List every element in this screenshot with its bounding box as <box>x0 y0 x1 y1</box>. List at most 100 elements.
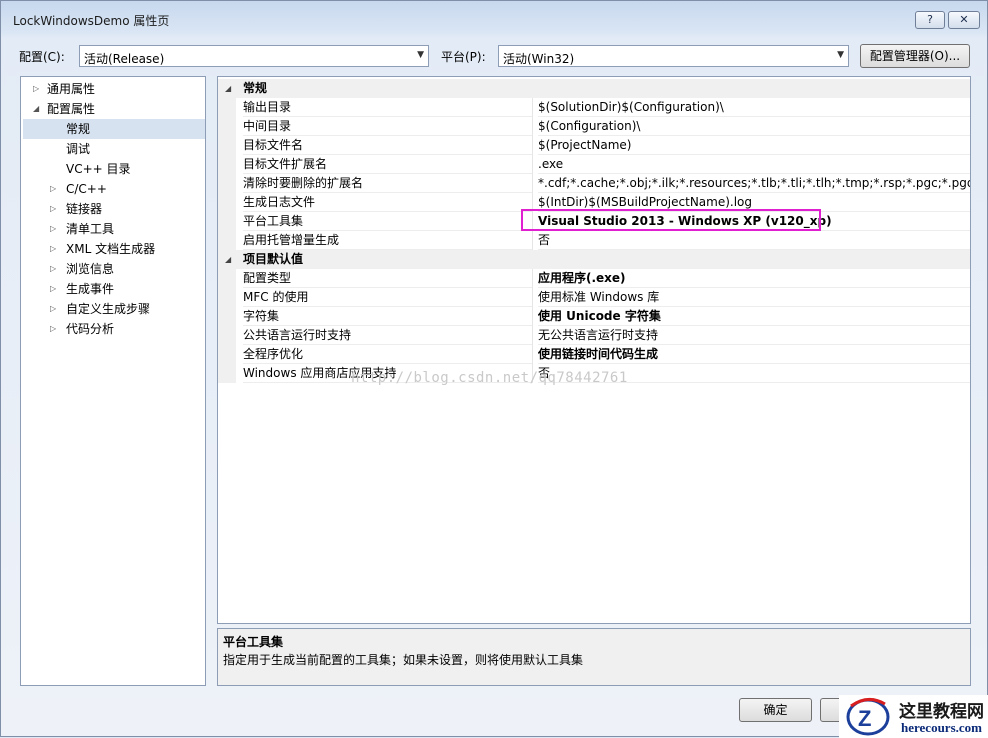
description-title: 平台工具集 <box>223 635 284 649</box>
property-row[interactable]: 公共语言运行时支持 无公共语言运行时支持 <box>218 326 970 345</box>
property-name: 启用托管增量生成 <box>243 231 533 250</box>
property-row[interactable]: 生成日志文件 $(IntDir)$(MSBuildProjectName).lo… <box>218 193 970 212</box>
tree-item-xml-doc-generator[interactable]: ▷ XML 文档生成器 <box>21 239 205 259</box>
property-value[interactable]: 使用链接时间代码生成 <box>538 345 970 364</box>
property-value[interactable]: $(Configuration)\ <box>538 117 970 136</box>
tree-item-browse-info[interactable]: ▷ 浏览信息 <box>21 259 205 279</box>
z-logo-icon: Z <box>846 698 890 736</box>
column-divider <box>532 136 533 155</box>
property-row-platform-toolset[interactable]: 平台工具集 Visual Studio 2013 - Windows XP (v… <box>218 212 970 231</box>
row-gutter <box>218 212 236 231</box>
expand-arrow-icon[interactable]: ▷ <box>50 319 60 339</box>
tree-item-build-events[interactable]: ▷ 生成事件 <box>21 279 205 299</box>
property-row[interactable]: 目标文件名 $(ProjectName) <box>218 136 970 155</box>
row-gutter <box>218 345 236 364</box>
property-row[interactable]: 输出目录 $(SolutionDir)$(Configuration)\ <box>218 98 970 117</box>
tree-item-custom-build-step[interactable]: ▷ 自定义生成步骤 <box>21 299 205 319</box>
property-value[interactable]: 无公共语言运行时支持 <box>538 326 970 345</box>
description-pane: 平台工具集 指定用于生成当前配置的工具集；如果未设置，则将使用默认工具集 <box>217 628 971 686</box>
tree-item-label: 通用属性 <box>47 82 96 96</box>
property-value[interactable]: $(ProjectName) <box>538 136 970 155</box>
expand-arrow-icon[interactable]: ▷ <box>50 219 60 239</box>
tree-item-manifest-tool[interactable]: ▷ 清单工具 <box>21 219 205 239</box>
expand-arrow-icon[interactable]: ▷ <box>33 79 43 99</box>
svg-text:Z: Z <box>858 706 871 731</box>
property-pages-window: LockWindowsDemo 属性页 ? ✕ 配置(C): 活动(Releas… <box>0 0 988 738</box>
property-value[interactable]: 应用程序(.exe) <box>538 269 970 288</box>
property-value[interactable]: 使用 Unicode 字符集 <box>538 307 970 326</box>
property-row[interactable]: 字符集 使用 Unicode 字符集 <box>218 307 970 326</box>
column-divider <box>532 155 533 174</box>
property-value[interactable]: $(IntDir)$(MSBuildProjectName).log <box>538 193 970 212</box>
row-gutter <box>218 155 236 174</box>
tree-item-vc-directories[interactable]: VC++ 目录 <box>21 159 205 179</box>
property-value[interactable]: $(SolutionDir)$(Configuration)\ <box>538 98 970 117</box>
config-label: 配置(C): <box>19 50 65 64</box>
row-gutter <box>218 326 236 345</box>
platform-value: 活动(Win32) <box>503 52 575 66</box>
collapse-arrow-icon[interactable]: ◢ <box>225 79 231 98</box>
property-row[interactable]: 清除时要删除的扩展名 *.cdf;*.cache;*.obj;*.ilk;*.r… <box>218 174 970 193</box>
config-dropdown[interactable]: 活动(Release) ▼ <box>79 45 429 67</box>
column-divider <box>532 212 533 231</box>
tree-item-general[interactable]: 常规 <box>23 119 205 139</box>
property-row[interactable]: 配置类型 应用程序(.exe) <box>218 269 970 288</box>
property-grid: ◢ 常规 输出目录 $(SolutionDir)$(Configuration)… <box>217 76 971 624</box>
expand-arrow-icon[interactable]: ▷ <box>50 199 60 219</box>
property-name: 字符集 <box>243 307 533 326</box>
site-logo: Z 这里教程网 herecours.com <box>839 695 988 738</box>
tree-item-debugging[interactable]: 调试 <box>21 139 205 159</box>
platform-label: 平台(P): <box>441 50 486 64</box>
column-divider <box>532 117 533 136</box>
collapse-arrow-icon[interactable]: ◢ <box>225 250 231 269</box>
expand-arrow-icon[interactable]: ▷ <box>50 179 60 199</box>
property-value[interactable]: *.cdf;*.cache;*.obj;*.ilk;*.resources;*.… <box>538 174 970 193</box>
property-row[interactable]: 中间目录 $(Configuration)\ <box>218 117 970 136</box>
watermark-url: http://blog.csdn.net/qq78442761 <box>351 370 628 386</box>
tree-item-common-properties[interactable]: ▷ 通用属性 <box>21 79 205 99</box>
property-name: 配置类型 <box>243 269 533 288</box>
config-value: 活动(Release) <box>84 52 165 66</box>
config-manager-button[interactable]: 配置管理器(O)... <box>860 44 970 68</box>
expand-arrow-icon[interactable]: ▷ <box>50 299 60 319</box>
tree-item-label: 调试 <box>66 142 91 156</box>
column-divider <box>532 345 533 364</box>
chevron-down-icon: ▼ <box>837 50 844 60</box>
expand-arrow-icon[interactable]: ▷ <box>50 279 60 299</box>
category-general[interactable]: ◢ 常规 <box>218 79 970 98</box>
tree-item-code-analysis[interactable]: ▷ 代码分析 <box>21 319 205 339</box>
property-name: 目标文件扩展名 <box>243 155 533 174</box>
column-divider <box>532 288 533 307</box>
tree-item-label: C/C++ <box>66 182 107 196</box>
tree-item-label: 配置属性 <box>47 102 96 116</box>
row-gutter <box>218 174 236 193</box>
property-value[interactable]: Visual Studio 2013 - Windows XP (v120_xp… <box>538 212 970 231</box>
property-row[interactable]: 全程序优化 使用链接时间代码生成 <box>218 345 970 364</box>
expand-arrow-icon[interactable]: ▷ <box>50 239 60 259</box>
property-row[interactable]: MFC 的使用 使用标准 Windows 库 <box>218 288 970 307</box>
tree-item-linker[interactable]: ▷ 链接器 <box>21 199 205 219</box>
close-button[interactable]: ✕ <box>948 11 980 29</box>
category-project-defaults[interactable]: ◢ 项目默认值 <box>218 250 970 269</box>
tree-item-config-properties[interactable]: ◢ 配置属性 <box>21 99 205 119</box>
expand-arrow-icon[interactable]: ▷ <box>50 259 60 279</box>
tree-item-label: 代码分析 <box>66 322 115 336</box>
property-value[interactable]: .exe <box>538 155 970 174</box>
column-divider <box>532 231 533 250</box>
column-divider <box>532 174 533 193</box>
ok-button[interactable]: 确定 <box>739 698 812 722</box>
collapse-arrow-icon[interactable]: ◢ <box>33 99 43 119</box>
row-gutter <box>218 364 236 383</box>
property-value[interactable]: 使用标准 Windows 库 <box>538 288 970 307</box>
property-row[interactable]: 目标文件扩展名 .exe <box>218 155 970 174</box>
property-name: 清除时要删除的扩展名 <box>243 174 533 193</box>
help-button[interactable]: ? <box>915 11 945 29</box>
row-gutter <box>218 288 236 307</box>
platform-dropdown[interactable]: 活动(Win32) ▼ <box>498 45 849 67</box>
tree-item-c-cpp[interactable]: ▷ C/C++ <box>21 179 205 199</box>
property-value[interactable]: 否 <box>538 231 970 250</box>
column-divider <box>532 98 533 117</box>
title-bar: LockWindowsDemo 属性页 ? ✕ <box>1 1 987 37</box>
property-row[interactable]: 启用托管增量生成 否 <box>218 231 970 250</box>
tree-item-label: 常规 <box>66 122 91 136</box>
